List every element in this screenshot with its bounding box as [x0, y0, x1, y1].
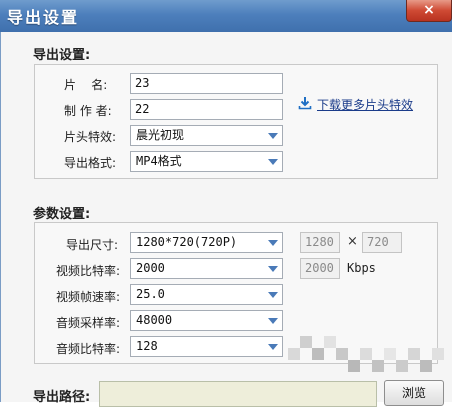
params-settings-title: 参数设置: [33, 207, 91, 222]
size-label: 导出尺寸: [66, 238, 119, 252]
format-value: MP4格式 [136, 154, 182, 168]
mosaic-watermark [280, 318, 452, 402]
export-path-label: 导出路径: [33, 390, 91, 405]
window-titlebar[interactable]: 导出设置 × [0, 0, 452, 32]
intro-effect-dropdown[interactable]: 晨光初现 [130, 125, 283, 146]
download-icon[interactable] [298, 96, 312, 110]
intro-effect-label: 片头特效: [64, 130, 117, 144]
dropdown-arrow-icon [268, 159, 278, 165]
audio-samplerate-label: 音频采样率: [56, 316, 121, 330]
size-dropdown[interactable]: 1280*720(720P) [130, 232, 283, 253]
width-field: 1280 [300, 232, 340, 253]
framerate-dropdown[interactable]: 25.0 [130, 284, 283, 305]
name-label: 片 名: [64, 78, 108, 92]
dropdown-arrow-icon [268, 266, 278, 272]
close-button[interactable]: × [406, 0, 452, 22]
dropdown-arrow-icon [268, 133, 278, 139]
dropdown-arrow-icon [268, 292, 278, 298]
framerate-value: 25.0 [136, 287, 165, 301]
audio-samplerate-value: 48000 [136, 313, 173, 327]
download-more-effects-link[interactable]: 下载更多片头特效 [317, 96, 413, 113]
dropdown-arrow-icon [268, 344, 278, 350]
format-dropdown[interactable]: MP4格式 [130, 151, 283, 172]
times-sign: × [347, 234, 358, 249]
video-bitrate-dropdown[interactable]: 2000 [130, 258, 283, 279]
size-value: 1280*720(720P) [136, 235, 238, 249]
bitrate-unit: Kbps [347, 261, 376, 275]
audio-bitrate-dropdown[interactable]: 128 [130, 336, 283, 357]
video-bitrate-label: 视频比特率: [56, 264, 121, 278]
intro-effect-value: 晨光初现 [136, 128, 185, 142]
audio-samplerate-dropdown[interactable]: 48000 [130, 310, 283, 331]
format-label: 导出格式: [64, 156, 117, 170]
audio-bitrate-label: 音频比特率: [56, 342, 121, 356]
video-bitrate-value: 2000 [136, 261, 165, 275]
window-title: 导出设置 [7, 8, 80, 27]
dropdown-arrow-icon [268, 318, 278, 324]
close-icon: × [423, 2, 435, 18]
video-bitrate-field: 2000 [300, 258, 340, 279]
dropdown-arrow-icon [268, 240, 278, 246]
author-label: 制 作 者: [64, 104, 112, 118]
export-settings-title: 导出设置: [33, 48, 91, 63]
name-field[interactable]: 23 [130, 73, 283, 94]
audio-bitrate-value: 128 [136, 339, 158, 353]
author-field[interactable]: 22 [130, 99, 283, 120]
framerate-label: 视频帧速率: [56, 290, 121, 304]
height-field: 720 [362, 232, 402, 253]
